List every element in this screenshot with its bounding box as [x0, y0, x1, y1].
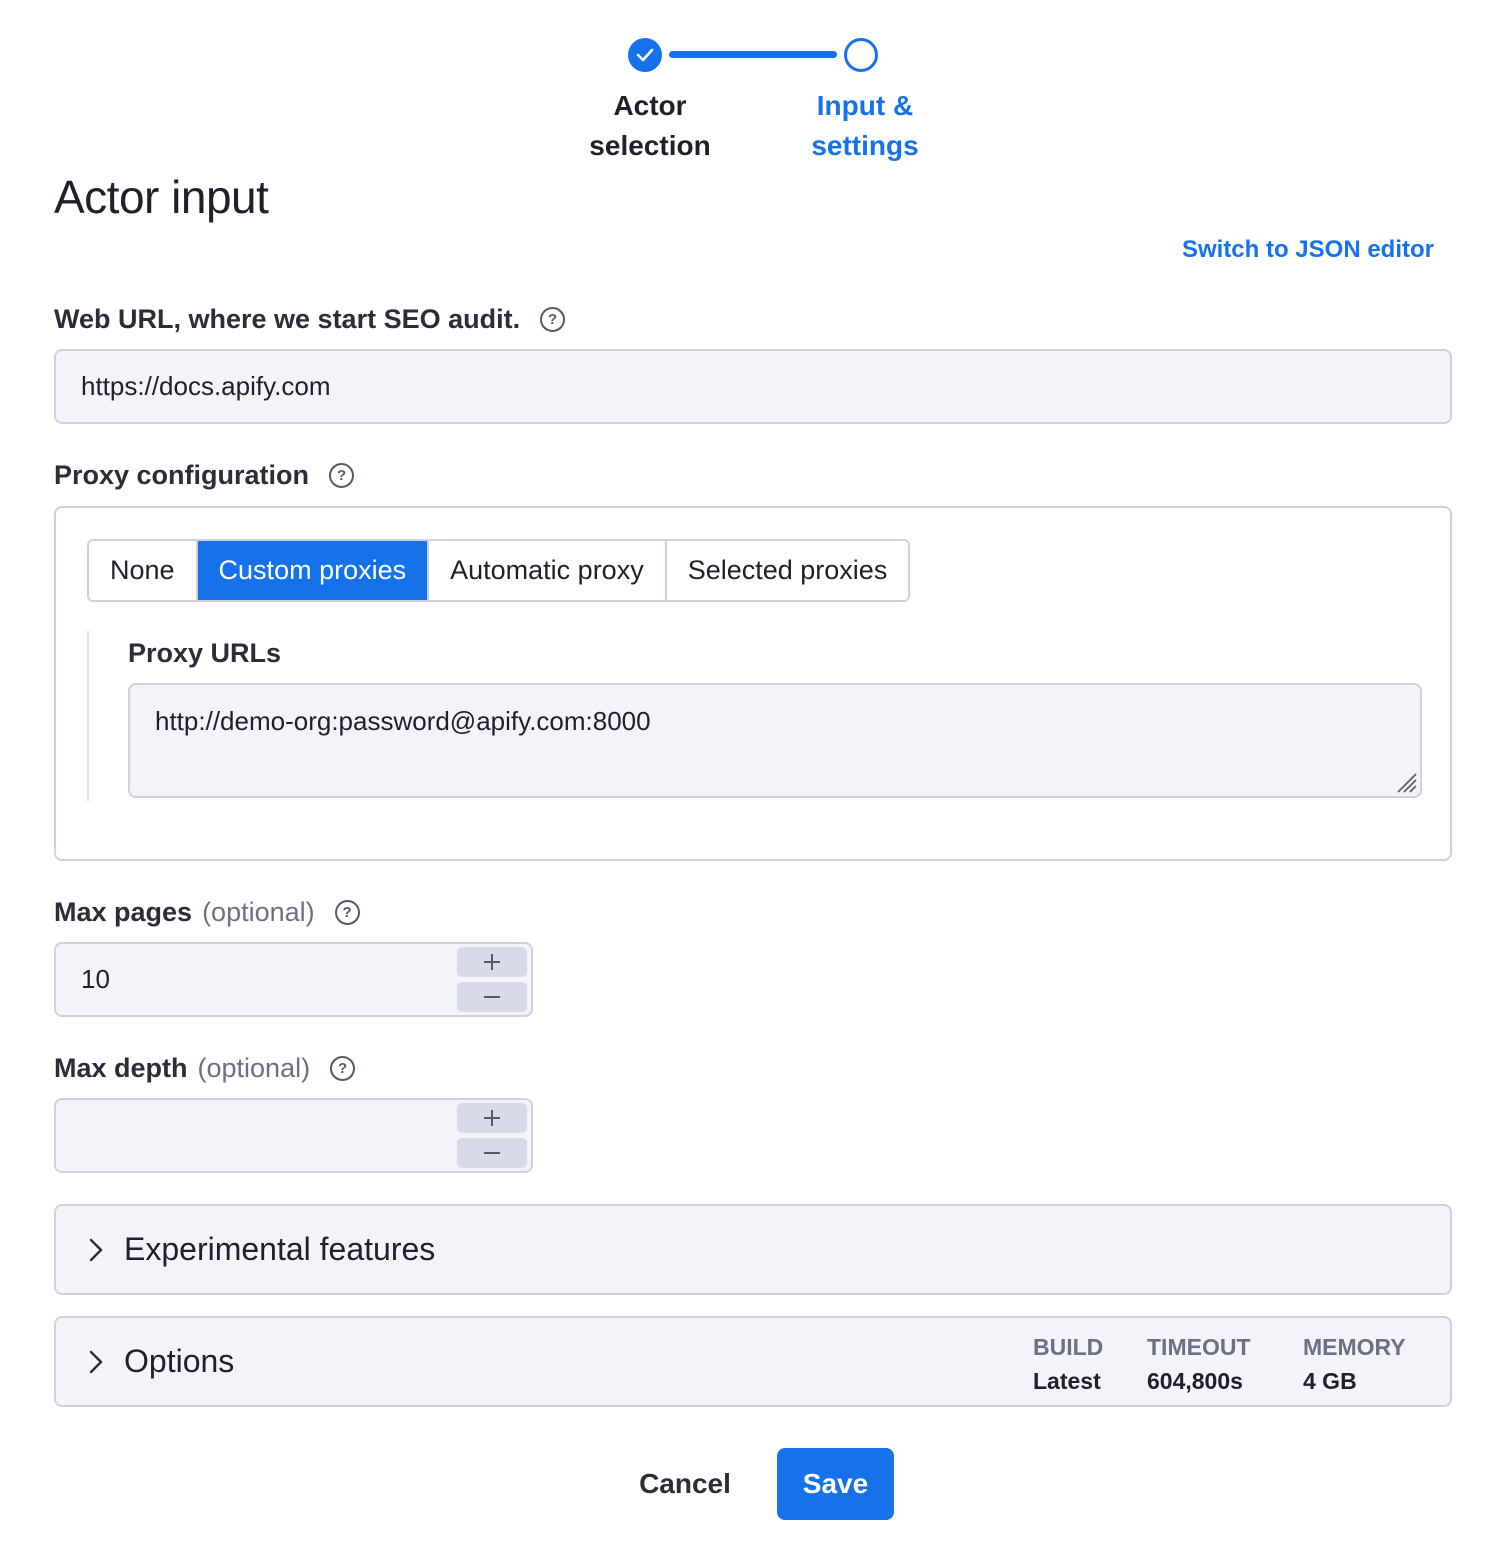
accordion-title: Options — [124, 1343, 235, 1379]
help-icon[interactable]: ? — [330, 1056, 356, 1081]
proxy-option-custom[interactable]: Custom proxies — [197, 541, 430, 600]
cancel-button[interactable]: Cancel — [620, 1449, 750, 1519]
decrement-button[interactable] — [457, 1138, 527, 1168]
options-accordion[interactable]: Options BUILD Latest TIMEOUT 604,800s ME… — [54, 1316, 1452, 1407]
proxy-option-selected[interactable]: Selected proxies — [666, 541, 909, 600]
step-actor-selection[interactable]: Actor selection — [560, 86, 740, 166]
proxy-urls-value: http://demo-org:password@apify.com:8000 — [155, 706, 651, 736]
step-2-circle-icon — [844, 38, 878, 72]
proxy-type-selector: None Custom proxies Automatic proxy Sele… — [87, 539, 911, 602]
start-url-label: Web URL, where we start SEO audit. ? — [54, 304, 566, 335]
plus-icon — [484, 1110, 500, 1126]
minus-icon — [484, 996, 500, 998]
max-pages-input[interactable]: 10 — [54, 942, 533, 1017]
proxy-indent-rule — [87, 631, 89, 801]
progress-stepper: Actor selection Input & settings — [0, 0, 1496, 170]
help-icon[interactable]: ? — [334, 900, 360, 925]
start-url-input[interactable]: https://docs.apify.com — [54, 349, 1452, 424]
minus-icon — [484, 1152, 500, 1154]
switch-json-editor-link[interactable]: Switch to JSON editor — [1182, 236, 1434, 264]
experimental-features-accordion[interactable]: Experimental features — [54, 1204, 1452, 1295]
proxy-urls-label: Proxy URLs — [128, 638, 282, 668]
increment-button[interactable] — [457, 1103, 527, 1133]
proxy-option-automatic[interactable]: Automatic proxy — [429, 541, 667, 600]
page-title: Actor input — [54, 171, 269, 223]
chevron-right-icon — [84, 1235, 108, 1265]
meta-build: BUILD Latest — [1033, 1334, 1104, 1394]
decrement-button[interactable] — [457, 982, 527, 1012]
help-icon[interactable]: ? — [329, 463, 355, 488]
resize-handle-icon[interactable] — [1392, 768, 1418, 794]
increment-button[interactable] — [457, 947, 527, 977]
step-input-settings[interactable]: Input & settings — [775, 86, 955, 166]
proxy-config-label: Proxy configuration ? — [54, 460, 355, 491]
proxy-urls-textarea[interactable]: http://demo-org:password@apify.com:8000 — [128, 683, 1422, 798]
accordion-title: Experimental features — [124, 1231, 436, 1267]
step-1-check-icon — [628, 38, 662, 72]
chevron-right-icon — [84, 1347, 108, 1377]
meta-timeout: TIMEOUT 604,800s — [1147, 1334, 1251, 1394]
max-pages-label: Max pages (optional) ? — [54, 897, 360, 928]
help-icon[interactable]: ? — [540, 307, 566, 332]
proxy-option-none[interactable]: None — [89, 541, 198, 600]
meta-memory: MEMORY 4 GB — [1303, 1334, 1406, 1394]
plus-icon — [484, 954, 500, 970]
step-connector — [669, 51, 837, 58]
max-pages-value: 10 — [81, 964, 110, 994]
max-depth-input[interactable] — [54, 1098, 533, 1173]
proxy-config-panel: None Custom proxies Automatic proxy Sele… — [54, 506, 1452, 861]
save-button[interactable]: Save — [777, 1448, 894, 1520]
max-depth-label: Max depth (optional) ? — [54, 1053, 356, 1084]
